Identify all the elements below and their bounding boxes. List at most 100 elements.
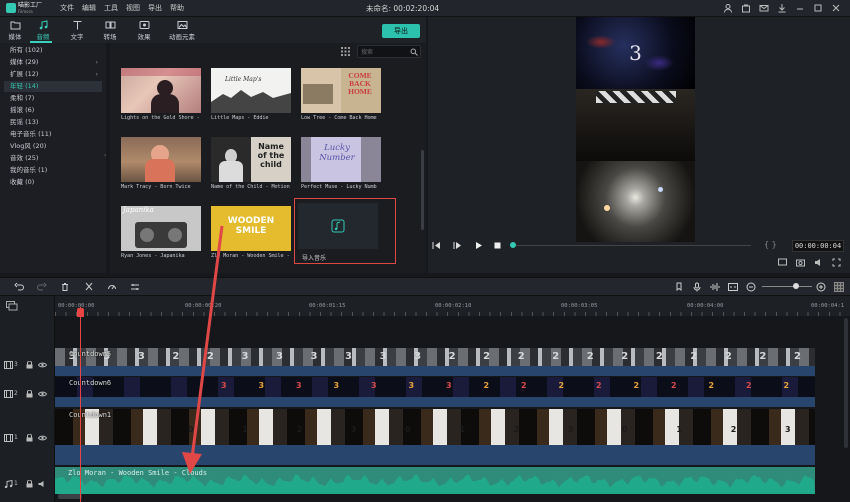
- category-media[interactable]: 媒体 (29) ›: [4, 57, 102, 68]
- category-young[interactable]: 年轻 (14): [4, 81, 102, 92]
- microphone-icon[interactable]: [692, 282, 702, 292]
- effects-icon: [139, 21, 149, 29]
- audio-title: Low Tree - Come Back Home: [301, 115, 377, 121]
- prev-frame-icon[interactable]: [432, 241, 441, 250]
- frame-digit: 3: [408, 381, 415, 390]
- search-input[interactable]: [361, 47, 409, 57]
- add-track-icon[interactable]: [6, 301, 18, 311]
- category-vlog[interactable]: Vlog风 (20): [4, 141, 102, 152]
- category-sfx[interactable]: 音效 (25): [4, 153, 102, 164]
- speaker-icon[interactable]: [38, 480, 47, 488]
- tab-transition[interactable]: 转场: [95, 18, 125, 42]
- subtitle-icon[interactable]: [728, 282, 738, 292]
- frame-digit: 2: [448, 351, 456, 362]
- audio-card[interactable]: COME BACK HOME Low Tree - Come Back Home: [301, 68, 381, 128]
- frame-digit: 3: [241, 351, 249, 362]
- minimize-icon[interactable]: [795, 3, 805, 13]
- category-favorites[interactable]: 收藏 (0): [4, 177, 102, 188]
- menu-view[interactable]: 视图: [126, 3, 140, 13]
- audio-title: Little Maps - Eddie: [211, 115, 269, 121]
- lock-icon[interactable]: [26, 480, 33, 488]
- marker-icon[interactable]: [674, 282, 684, 292]
- library-scrollbar[interactable]: [421, 150, 424, 230]
- tab-audio[interactable]: 音频: [28, 18, 58, 42]
- menu-edit[interactable]: 编辑: [82, 3, 96, 13]
- preview-progress-handle[interactable]: [510, 242, 516, 248]
- frame-digit: 3: [784, 425, 791, 434]
- tab-effects[interactable]: 效果: [129, 18, 159, 42]
- ruler-tick: 00:00:01:15: [309, 303, 346, 309]
- audio-card[interactable]: Little Map's Little Maps - Eddie: [211, 68, 291, 128]
- elements-icon: [177, 21, 187, 29]
- timeline-vertical-scrollbar[interactable]: [844, 318, 848, 448]
- menu-help[interactable]: 帮助: [170, 3, 184, 13]
- zoom-in-icon[interactable]: [816, 282, 826, 292]
- zoom-slider-track[interactable]: [762, 286, 812, 287]
- play-icon[interactable]: [474, 241, 483, 250]
- video-track-icon: [4, 390, 13, 398]
- step-back-icon[interactable]: [453, 241, 462, 250]
- category-folk[interactable]: 民谣 (13): [4, 117, 102, 128]
- eye-icon[interactable]: [38, 361, 47, 369]
- maximize-icon[interactable]: [813, 3, 823, 13]
- category-all[interactable]: 所有 (102): [4, 45, 102, 56]
- frame-digit: 3: [414, 351, 422, 362]
- lock-icon[interactable]: [26, 434, 33, 442]
- fullscreen-icon[interactable]: [832, 258, 841, 267]
- category-electronic[interactable]: 电子音乐 (11): [4, 129, 102, 140]
- search-box[interactable]: [357, 45, 421, 58]
- ruler-tick: 00:00:03:05: [561, 303, 598, 309]
- preview-progress-track[interactable]: [515, 245, 751, 246]
- download-icon[interactable]: [777, 3, 787, 13]
- frame-digit: 2: [730, 425, 737, 434]
- audio-card[interactable]: Name of the child Name of the Child - Mo…: [211, 137, 291, 197]
- redo-icon[interactable]: [37, 282, 47, 292]
- video-clip-countdown5[interactable]: 3332233333322222222222 Countdown5: [55, 348, 815, 376]
- cut-icon[interactable]: [84, 282, 94, 292]
- stop-icon[interactable]: [493, 241, 502, 250]
- category-extended[interactable]: 扩展 (12) ›: [4, 69, 102, 80]
- account-icon[interactable]: [723, 3, 733, 13]
- delete-icon[interactable]: [60, 282, 70, 292]
- mail-icon[interactable]: [759, 3, 769, 13]
- volume-icon[interactable]: [814, 258, 823, 267]
- fit-screen-icon[interactable]: [778, 258, 787, 267]
- grid-view-icon[interactable]: [341, 47, 350, 56]
- category-soft[interactable]: 柔和 (7): [4, 93, 102, 104]
- category-my-music[interactable]: 我的音乐 (1): [4, 165, 102, 176]
- tab-text[interactable]: 文字: [62, 18, 92, 42]
- lock-icon[interactable]: [26, 361, 33, 369]
- audio-card[interactable]: Mark Tracy - Born Twice: [121, 137, 201, 197]
- search-icon[interactable]: [410, 48, 418, 56]
- tab-elements[interactable]: 动画元素: [167, 18, 197, 42]
- close-icon[interactable]: [831, 3, 841, 13]
- menu-file[interactable]: 文件: [60, 3, 74, 13]
- export-button[interactable]: 导出: [382, 24, 420, 38]
- speed-icon[interactable]: [107, 282, 117, 292]
- track-number: 2: [14, 390, 18, 397]
- grid-toggle-icon[interactable]: [834, 282, 844, 292]
- mark-in-out-icon[interactable]: { }: [764, 240, 777, 249]
- zoom-out-icon[interactable]: [746, 282, 756, 292]
- audio-card[interactable]: Lucky Number Perfect Muse - Lucky Numb: [301, 137, 381, 197]
- eye-icon[interactable]: [38, 434, 47, 442]
- category-rock[interactable]: 摇滚 (6): [4, 105, 102, 116]
- snapshot-icon[interactable]: [796, 258, 805, 267]
- undo-icon[interactable]: [14, 282, 24, 292]
- playhead-line[interactable]: [80, 307, 81, 502]
- zoom-slider-handle[interactable]: [793, 283, 799, 289]
- tab-media[interactable]: 媒体: [0, 18, 30, 42]
- menu-tools[interactable]: 工具: [104, 3, 118, 13]
- video-clip-countdown1[interactable]: 012301230123 Countdown1: [55, 409, 815, 465]
- adjust-icon[interactable]: [130, 282, 140, 292]
- voiceover-icon[interactable]: [710, 282, 720, 292]
- frame-digit: 0: [405, 425, 411, 434]
- video-clip-countdown6[interactable]: 3333333222222222 Countdown6: [55, 377, 815, 407]
- store-icon[interactable]: [741, 3, 751, 13]
- menu-export[interactable]: 导出: [148, 3, 162, 13]
- timeline-horizontal-scrollbar[interactable]: [58, 494, 82, 499]
- lock-icon[interactable]: [26, 390, 33, 398]
- eye-icon[interactable]: [38, 390, 47, 398]
- category-label: 所有 (102): [10, 46, 43, 54]
- audio-card[interactable]: Lights on the Gold Shore -: [121, 68, 201, 128]
